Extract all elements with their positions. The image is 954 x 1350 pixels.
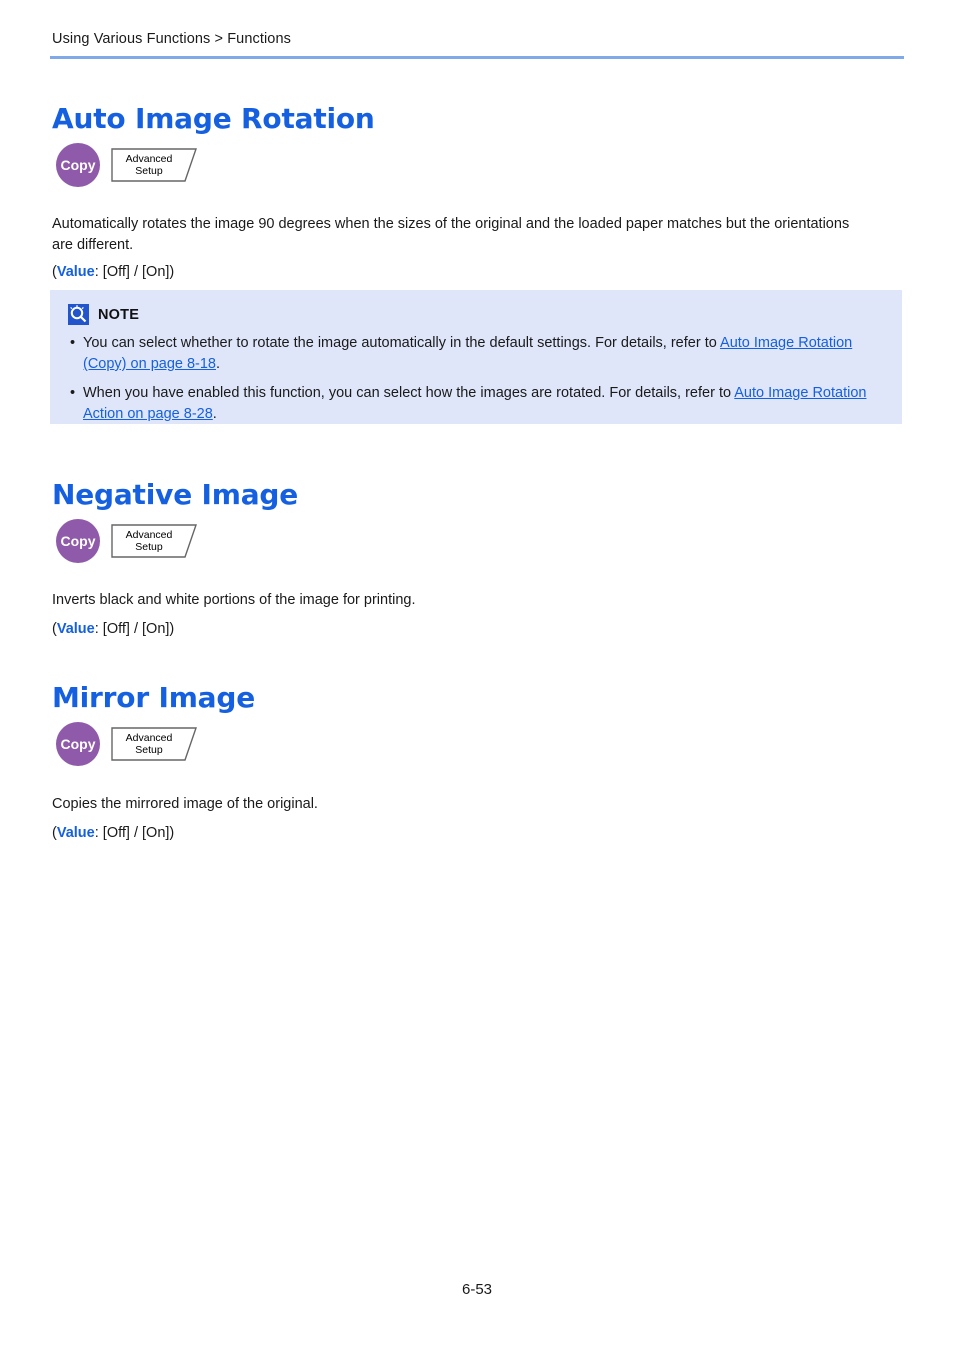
tab-label-line2: Setup <box>135 744 163 756</box>
note-item-text-after: . <box>212 406 217 422</box>
menu-path-tab-advanced-setup: Advanced Setup <box>111 524 197 558</box>
function-badge-row-negative-image: Copy Advanced Setup <box>56 519 197 563</box>
breadcrumb: Using Various Functions > Functions <box>52 31 291 47</box>
function-badge-row-mirror-image: Copy Advanced Setup <box>56 722 197 766</box>
page-number: 6-53 <box>461 1281 493 1298</box>
tab-label-line2: Setup <box>135 165 163 177</box>
section-title-negative-image: Negative Image <box>52 477 299 511</box>
function-badge-row-auto-image-rotation: Copy Advanced Setup <box>56 143 197 187</box>
value-keyword: Value <box>56 263 95 280</box>
section-value-auto-image-rotation: (Value: [Off] / [On]) <box>52 262 857 283</box>
tab-label-advanced-setup: Advanced Setup <box>111 524 187 558</box>
mode-badge-copy: Copy <box>56 519 100 563</box>
value-keyword: Value <box>56 620 95 637</box>
document-page: Using Various Functions > Functions Auto… <box>0 0 954 1350</box>
section-description-negative-image: Inverts black and white portions of the … <box>52 591 416 608</box>
tab-label-line1: Advanced <box>125 152 173 165</box>
section-value-negative-image: (Value: [Off] / [On]) <box>52 619 857 640</box>
value-options: : [Off] / [On]) <box>94 824 175 841</box>
note-item-text-before: You can select whether to rotate the ima… <box>83 335 721 351</box>
note-item-text-before: When you have enabled this function, you… <box>83 385 735 401</box>
note-list: • You can select whether to rotate the im… <box>68 333 884 425</box>
value-options: : [Off] / [On]) <box>94 263 175 280</box>
note-magnifier-icon <box>68 304 89 325</box>
tab-label-advanced-setup: Advanced Setup <box>111 148 187 182</box>
tab-label-line1: Advanced <box>125 528 173 541</box>
section-description-auto-image-rotation: Automatically rotates the image 90 degre… <box>52 215 850 253</box>
menu-path-tab-advanced-setup: Advanced Setup <box>111 727 197 761</box>
note-item-text-after: . <box>216 356 221 372</box>
value-keyword: Value <box>56 824 95 841</box>
tab-label-advanced-setup: Advanced Setup <box>111 727 187 761</box>
note-header: NOTE <box>68 304 884 325</box>
menu-path-tab-advanced-setup: Advanced Setup <box>111 148 197 182</box>
header-divider <box>50 56 904 59</box>
tab-label-line2: Setup <box>135 541 163 553</box>
mode-badge-copy: Copy <box>56 143 100 187</box>
note-callout: NOTE • You can select whether to rotate t… <box>50 290 902 424</box>
mode-badge-copy: Copy <box>56 722 100 766</box>
section-title-auto-image-rotation: Auto Image Rotation <box>52 101 375 135</box>
note-list-item: • When you have enabled this function, yo… <box>68 383 884 425</box>
note-title: NOTE <box>98 306 140 323</box>
section-title-mirror-image: Mirror Image <box>52 680 255 714</box>
note-list-item: • You can select whether to rotate the im… <box>68 333 884 375</box>
section-value-mirror-image: (Value: [Off] / [On]) <box>52 823 857 844</box>
value-options: : [Off] / [On]) <box>94 620 175 637</box>
tab-label-line1: Advanced <box>125 731 173 744</box>
note-bullet-icon: • <box>70 385 76 401</box>
note-bullet-icon: • <box>70 335 76 351</box>
section-description-mirror-image: Copies the mirrored image of the origina… <box>52 795 318 812</box>
